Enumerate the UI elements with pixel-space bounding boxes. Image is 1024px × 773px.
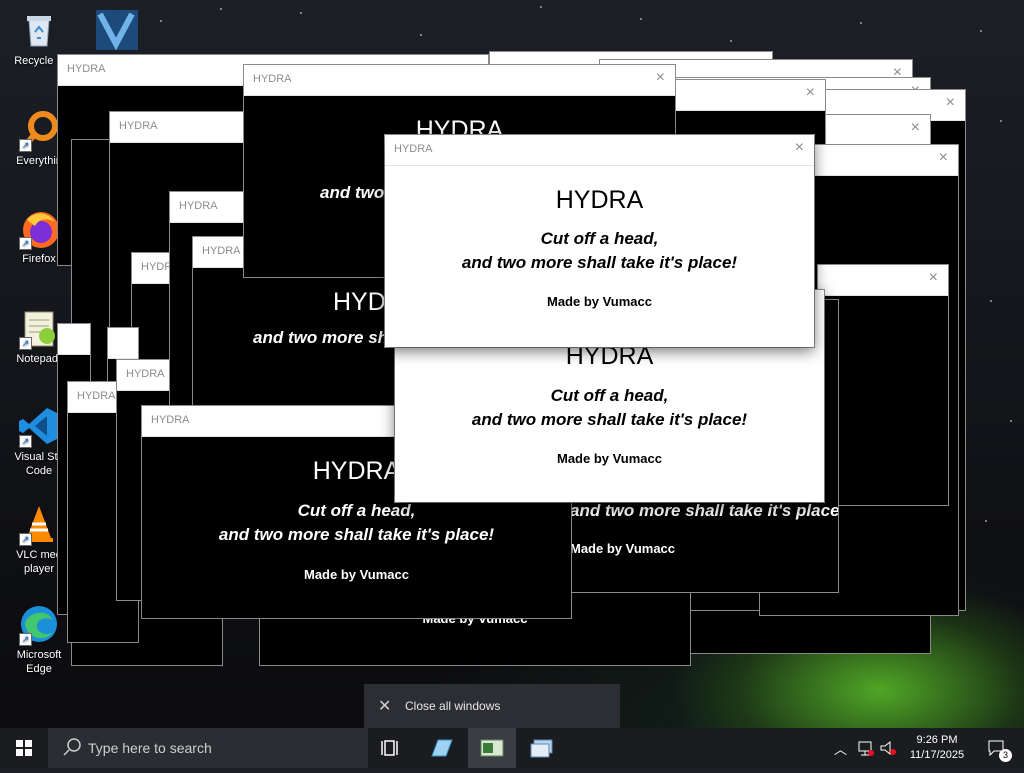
taskbar-app-3[interactable] (518, 728, 566, 768)
taskbar-app-hydra[interactable] (468, 728, 516, 768)
video-editor-icon (94, 8, 140, 57)
everything-search-icon: ↗ (17, 108, 61, 152)
multi-window-icon (530, 739, 553, 758)
notification-badge: 3 (999, 749, 1012, 762)
hydra-window[interactable]: HYDRA × HYDRA Cut off a head, and two mo… (385, 135, 814, 347)
hydra-app-icon (480, 739, 504, 757)
start-button[interactable] (0, 728, 48, 768)
app-window-icon (431, 739, 453, 757)
close-all-windows-label: Close all windows (405, 699, 501, 713)
recycle-bin-icon (17, 8, 61, 52)
vlc-icon: ↗ (17, 502, 61, 546)
desktop-icon-label: Microsoft Edge (16, 649, 62, 675)
window-title: HYDRA (394, 143, 433, 155)
close-icon: ✕ (378, 698, 392, 715)
taskbar: Type here to search ︿ 9:26 PM 11/17/2025 (0, 728, 1024, 768)
clock-time: 9:26 PM (916, 734, 958, 746)
close-icon[interactable]: × (911, 119, 920, 137)
close-icon[interactable]: × (929, 269, 938, 287)
notepad-plus-icon: ↗ (17, 306, 61, 350)
close-icon[interactable]: × (939, 149, 948, 167)
chevron-up-icon[interactable]: ︿ (834, 739, 847, 758)
search-icon (63, 738, 81, 756)
close-icon[interactable]: × (946, 94, 955, 112)
network-icon[interactable] (856, 738, 876, 758)
clock-date: 11/17/2025 (909, 749, 965, 761)
hydra-line-1: Cut off a head, (540, 229, 659, 248)
desktop-icon-video-editor[interactable] (94, 8, 140, 52)
volume-muted-icon[interactable] (878, 738, 898, 758)
vscode-icon: ↗ (17, 404, 61, 448)
search-placeholder: Type here to search (88, 740, 212, 756)
hydra-line-2: and two more shall take it's place! (461, 253, 738, 272)
windows-logo-icon (16, 740, 32, 756)
system-tray: ︿ 9:26 PM 11/17/2025 3 (834, 728, 1024, 768)
close-icon[interactable]: × (795, 139, 804, 157)
clock[interactable]: 9:26 PM 11/17/2025 (902, 733, 972, 763)
task-view-icon (381, 740, 398, 756)
taskbar-app-1[interactable] (418, 728, 466, 768)
hydra-credit: Made by Vumacc (546, 294, 652, 309)
notification-center-button[interactable]: 3 (986, 738, 1012, 762)
close-icon[interactable]: × (656, 69, 665, 87)
hydra-heading: HYDRA (555, 186, 644, 214)
task-view-button[interactable] (368, 728, 416, 768)
edge-icon: ↗ (17, 602, 61, 646)
firefox-icon: ↗ (17, 206, 61, 250)
close-all-windows-popup[interactable]: ✕ Close all windows (364, 684, 620, 728)
close-icon[interactable]: × (806, 84, 815, 102)
taskbar-search-box[interactable]: Type here to search (48, 728, 368, 768)
